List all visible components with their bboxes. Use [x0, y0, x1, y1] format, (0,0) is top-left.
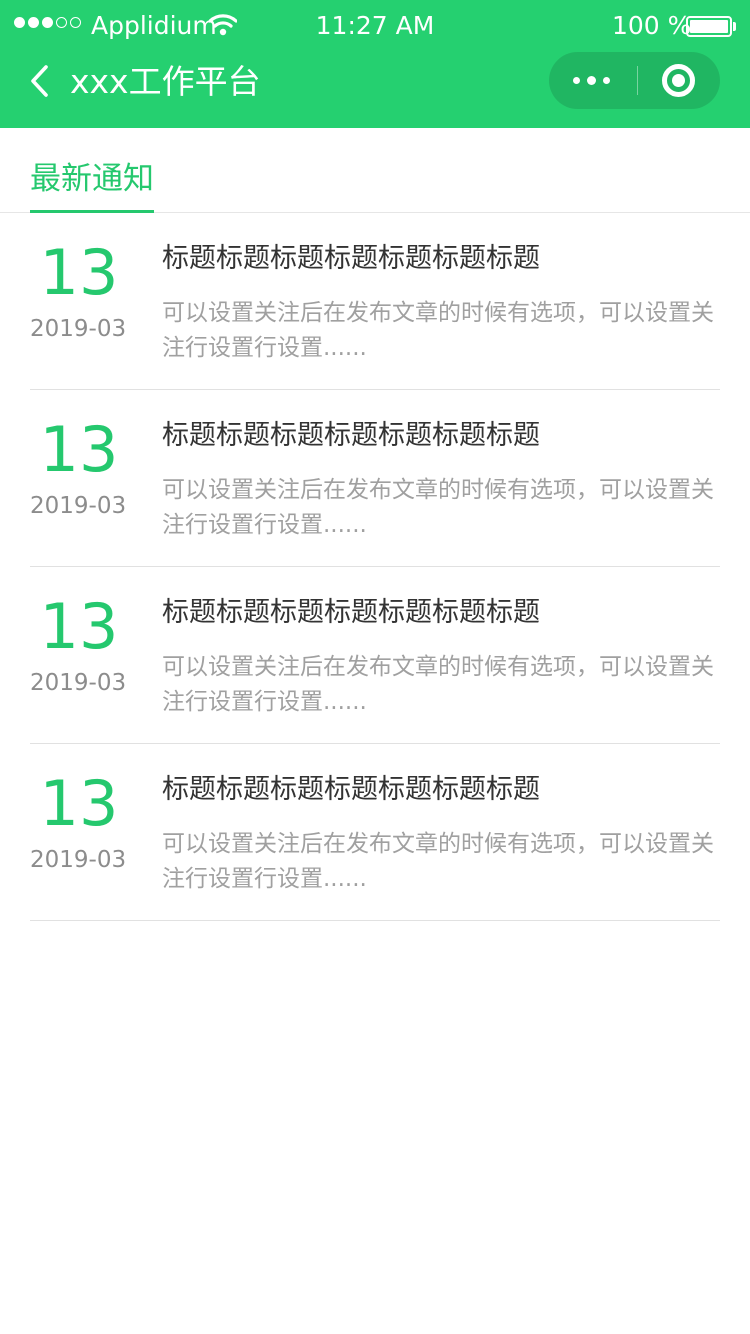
app-screen: Applidium 11:27 AM 100 % xxx工作平台 最新通知 13… [0, 0, 750, 1334]
notice-year-month: 2019-03 [30, 847, 127, 873]
notice-year-month: 2019-03 [30, 670, 127, 696]
notice-description: 可以设置关注后在发布文章的时候有选项，可以设置关注行设置行设置...... [162, 300, 714, 361]
notice-description: 可以设置关注后在发布文章的时候有选项，可以设置关注行设置行设置...... [162, 831, 714, 892]
list-item[interactable]: 13 2019-03 标题标题标题标题标题标题标题 可以设置关注后在发布文章的时… [30, 390, 720, 567]
tab-bar: 最新通知 [0, 128, 750, 213]
chevron-left-icon[interactable] [26, 63, 54, 99]
mini-program-capsule [549, 52, 720, 109]
notice-day: 13 [39, 413, 119, 486]
notice-title: 标题标题标题标题标题标题标题 [162, 774, 540, 805]
list-item[interactable]: 13 2019-03 标题标题标题标题标题标题标题 可以设置关注后在发布文章的时… [30, 567, 720, 744]
notice-title: 标题标题标题标题标题标题标题 [162, 597, 540, 628]
notice-day: 13 [39, 767, 119, 840]
battery-cap [733, 22, 736, 31]
notice-day: 13 [39, 236, 119, 309]
list-item[interactable]: 13 2019-03 标题标题标题标题标题标题标题 可以设置关注后在发布文章的时… [30, 744, 720, 921]
notice-description: 可以设置关注后在发布文章的时候有选项，可以设置关注行设置行设置...... [162, 477, 714, 538]
notice-title: 标题标题标题标题标题标题标题 [162, 243, 540, 274]
tab-latest-notices[interactable]: 最新通知 [30, 160, 154, 213]
header: Applidium 11:27 AM 100 % xxx工作平台 [0, 0, 750, 128]
battery-icon [686, 16, 732, 37]
page-title: xxx工作平台 [70, 62, 261, 101]
target-close-icon[interactable] [662, 64, 695, 97]
battery-percentage: 100 % [612, 11, 692, 40]
notice-list: 13 2019-03 标题标题标题标题标题标题标题 可以设置关注后在发布文章的时… [30, 213, 720, 921]
notice-year-month: 2019-03 [30, 493, 127, 519]
navigation-bar: xxx工作平台 [0, 52, 750, 128]
more-dots-icon[interactable] [549, 52, 635, 109]
notice-year-month: 2019-03 [30, 316, 127, 342]
list-item[interactable]: 13 2019-03 标题标题标题标题标题标题标题 可以设置关注后在发布文章的时… [30, 213, 720, 390]
capsule-divider [637, 66, 638, 95]
notice-day: 13 [39, 590, 119, 663]
notice-title: 标题标题标题标题标题标题标题 [162, 420, 540, 451]
status-bar: Applidium 11:27 AM 100 % [0, 0, 750, 52]
notice-description: 可以设置关注后在发布文章的时候有选项，可以设置关注行设置行设置...... [162, 654, 714, 715]
